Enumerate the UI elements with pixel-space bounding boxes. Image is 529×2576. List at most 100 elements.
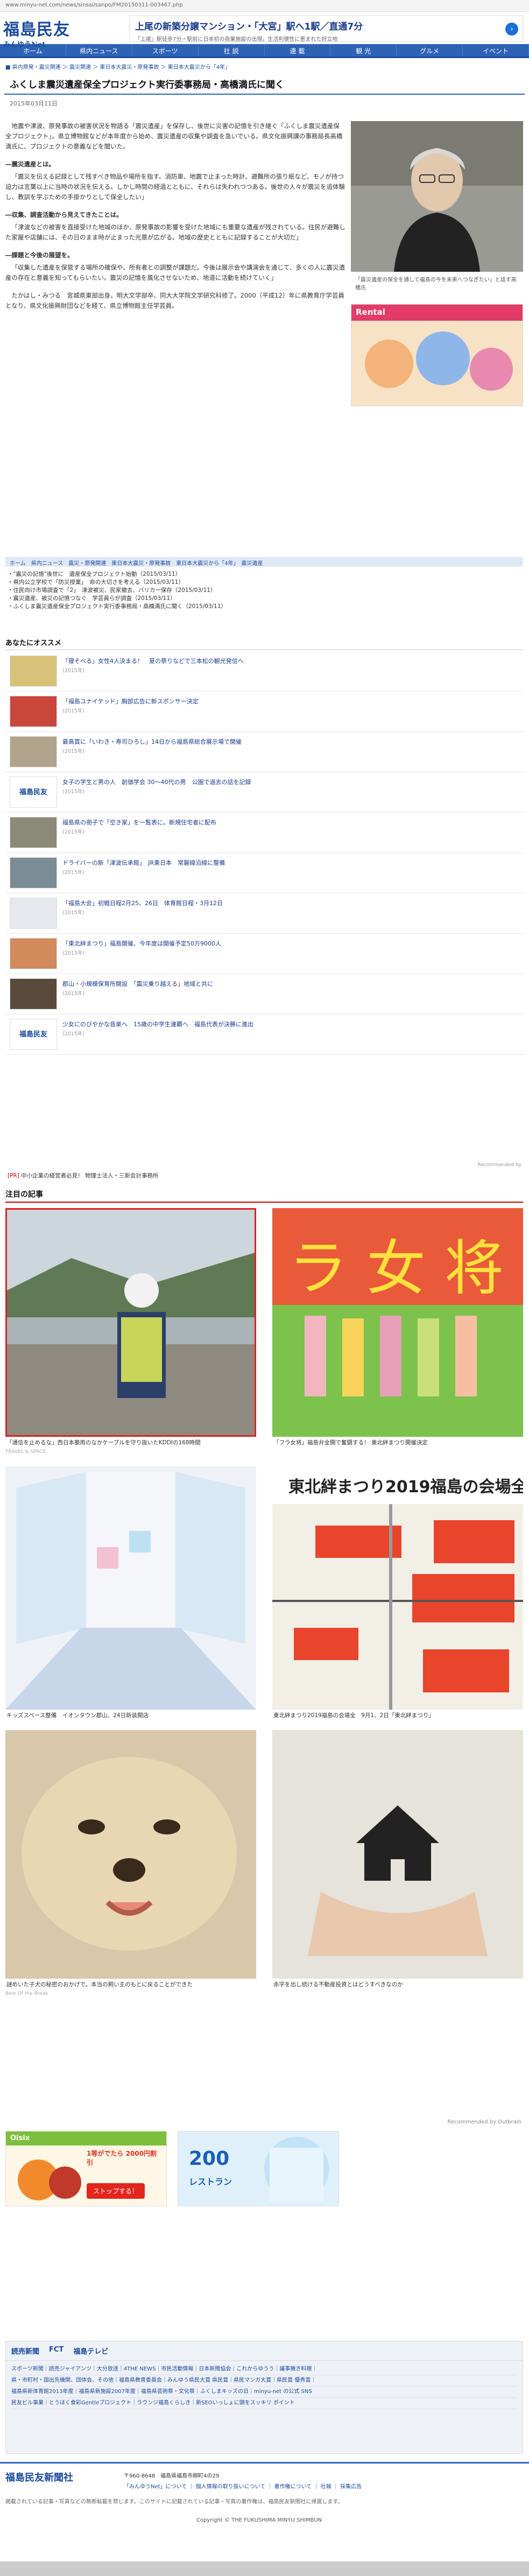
list-item[interactable]: 「寝そべる」女性4人決まる！ 夏の祭りなどで三本松の観光発信へ (2015年) xyxy=(5,651,523,691)
card-image xyxy=(5,1466,256,1710)
tag-bar[interactable]: ホーム 県内ニュース 震災・原発関連 東日本大震災・原発事故 東日本大震災から「… xyxy=(5,557,523,567)
card-caption: 「フラ女将」福島弁全開で奮闘する！ 東北絆まつり開催決定 xyxy=(273,1439,428,1446)
outbrain-credit[interactable]: Recommended by Outbrain xyxy=(447,2119,521,2125)
featured-card[interactable]: 「通信を止めるな」西日本豪雨のなかケーブルを守り抜いたKDDIの168時間 TR… xyxy=(5,1208,256,1455)
article-paragraph: 「収集した遺産を保管する場所の確保や、所有者との調整が課題だ。今後は展示会や講演… xyxy=(5,264,345,281)
featured-card[interactable]: 謎めいた子犬の秘密のおかげで。本当の飼い主のもとに戻ることができた Best O… xyxy=(5,1730,256,1996)
arrow-right-icon[interactable]: › xyxy=(505,23,518,36)
footer-link-row[interactable]: 県・市町村・国出先機関、団体会、その他｜福島県教育委員会｜みんゆう県民大賞 県民… xyxy=(11,2375,517,2387)
ad-label: レストラン xyxy=(189,2177,232,2187)
card-source: Best Of the Break xyxy=(5,1991,48,1996)
item-title: 少女にのびやかな音楽へ 15歳の中学生連覇ヘ 福島代表が決勝に進出 xyxy=(62,1021,253,1028)
site-logo[interactable]: 福島民友 みんゆうNet xyxy=(3,16,70,49)
page: www.minyu-net.com/news/sinsai/sanpo/FM20… xyxy=(0,0,529,2576)
item-title: 「福島大会」初戦日程2月25、26日 体育館日程・3月12日 xyxy=(62,900,223,907)
nav-item-gourmet[interactable]: グルメ xyxy=(397,44,463,57)
list-item[interactable]: 福島民友 女子の学生と男の人 創価学会 30〜40代の男 公園で過去の話を記録 (2… xyxy=(5,772,523,813)
restaurant-ad[interactable]: 200 レストラン xyxy=(178,2131,339,2206)
list-item[interactable]: 最高賞に「いわき・寿司ひろし」14日から福島県総合展示場で開催 (2015年) xyxy=(5,732,523,772)
thumbnail: 福島民友 xyxy=(10,1019,57,1050)
footer-link-row[interactable]: 民友ビル事業｜とうほく食彩Gentleプロジェクト｜ラウンジ福島くらしき｜新SE… xyxy=(11,2398,517,2409)
related-link[interactable]: ・ふくしま震災遺産保全プロジェクト実行委事務局・高橋満氏に聞く（2015/03/… xyxy=(8,603,519,611)
featured-heading: 注目の記事 xyxy=(5,1189,523,1203)
list-item[interactable]: ドライバーの新「津波伝承館」 JR東日本 常磐線沿線に整備 (2015年) xyxy=(5,853,523,893)
item-date: (2015年) xyxy=(62,1031,85,1037)
card-image xyxy=(5,1730,256,1979)
item-title: 郡山・小規模保育所開設 「震災乗り越える」地域と共に xyxy=(62,980,214,987)
svg-text:東北絆まつり2019福島の会場全: 東北絆まつり2019福島の会場全 xyxy=(288,1478,523,1497)
footer-address: 〒960-8648 福島県福島市柳町4の29 xyxy=(124,2473,220,2479)
nav-item-news[interactable]: 県内ニュース xyxy=(66,44,132,57)
featured-card[interactable]: キッズスペース整備 イオンタウン郡山、24日新装開店 xyxy=(5,1466,256,1722)
logo-sub: みんゆうNet xyxy=(3,41,46,49)
footer-links[interactable]: 「みんゆうNet」について ｜ 個人情報の取り扱いについて ｜ 著作権について … xyxy=(124,2482,362,2490)
featured-card[interactable]: 東北絆まつり2019福島の会場全 東北絆まつり2019福島の会場全 9月1、2日… xyxy=(272,1466,523,1722)
list-item[interactable]: 福島県の冊子で「空き家」を一覧表に。新規住宅者に配布 (2015年) xyxy=(5,813,523,853)
item-title: ドライバーの新「津波伝承館」 JR東日本 常磐線沿線に整備 xyxy=(62,859,225,866)
side-ad-label: Rental xyxy=(356,307,385,317)
oisix-ad[interactable]: Oisix 1等がでたら 2000円割引 ストップする！ xyxy=(5,2131,167,2206)
nav-item-tourism[interactable]: 観 光 xyxy=(330,44,397,57)
item-date: (2015年) xyxy=(62,749,85,754)
thumbnail: 福島民友 xyxy=(10,777,57,808)
item-title: 「福島ユナイテッド」胸部広告に新スポンサー決定 xyxy=(62,698,199,705)
nav-item-sports[interactable]: スポーツ xyxy=(132,44,199,57)
related-link[interactable]: ・県内公立学校で「防災授業」 命の大切さを考える（2015/03/11） xyxy=(8,578,519,587)
author-profile: たかはし・みつる 宮城県東部出身。明大文学部卒、同大大学院文学研究科修了。200… xyxy=(5,292,344,309)
breadcrumb[interactable]: ■ 県内原発・震災関連 ＞ 震災関連 ＞ 東日本大震災・原発事故 ＞ 東日本大震… xyxy=(0,58,529,75)
thumbnail xyxy=(10,938,57,969)
partner-logo[interactable]: FCT xyxy=(49,2346,64,2356)
article-title: ふくしま震災遺産保全プロジェクト実行委事務局・高橋満氏に聞く xyxy=(4,75,525,95)
thumbnail xyxy=(10,817,57,848)
partner-logos: 読売新聞 FCT 福島テレビ xyxy=(6,2341,523,2361)
featured-card[interactable]: ラ 女 将 「フラ女将」福島弁全開で奮闘する！ 東北絆まつり開催決定 xyxy=(272,1208,523,1449)
footer-link-row[interactable]: スポーツ新聞｜読売ジャイアンツ｜大分放送｜4THE NEWS｜市民活動情報｜日本… xyxy=(11,2364,517,2375)
footer-link-row[interactable]: 福島県新体育館2013年度｜福島県新施設2007年度｜福島県芸術祭・文化祭｜ふく… xyxy=(11,2387,517,2398)
list-item[interactable]: 福島民友 少女にのびやかな音楽へ 15歳の中学生連覇ヘ 福島代表が決勝に進出 (20… xyxy=(5,1014,523,1055)
list-item[interactable]: 「福島ユナイテッド」胸部広告に新スポンサー決定 (2015年) xyxy=(5,691,523,732)
address-bar[interactable]: www.minyu-net.com/news/sinsai/sanpo/FM20… xyxy=(0,0,529,12)
article-subhead: ―課題と今後の展望を。 xyxy=(5,251,74,259)
related-link[interactable]: ・住民向け市場調査で「2」 津波被災、民家撤去、バリカー保存（2015/03/1… xyxy=(8,587,519,595)
ad-price: 1等がでたら 2000円割引 xyxy=(87,2150,157,2166)
article-paragraph: 地震や津波、原発事故の被害状況を物語る「震災遺産」を保存し、後世に災害の記憶を引… xyxy=(5,122,343,150)
card-caption: 東北絆まつり2019福島の会場全 9月1、2日「東北絆まつり」 xyxy=(273,1712,434,1719)
article-subhead: ―震災遺産とは。 xyxy=(5,160,55,168)
nav-item-editorial[interactable]: 社 説 xyxy=(199,44,265,57)
card-source: TRAVEL & SPACE xyxy=(5,1449,46,1455)
list-item[interactable]: 「福島大会」初戦日程2月25、26日 体育館日程・3月12日 (2015年) xyxy=(5,893,523,934)
card-image: 東北絆まつり2019福島の会場全 xyxy=(272,1466,523,1710)
list-item[interactable]: 郡山・小規模保育所開設 「震災乗り越える」地域と共に (2015年) xyxy=(5,974,523,1014)
card-caption: キッズスペース整備 イオンタウン郡山、24日新装開店 xyxy=(6,1712,149,1719)
nav-item-series[interactable]: 連 載 xyxy=(265,44,331,57)
top-ad-title: 上尾の新築分譲マンション・「大宮」駅へ1駅／直通7分 xyxy=(135,22,363,32)
related-link[interactable]: ・"震災の記憶"後世に 遺産保全プロジェクト始動（2015/03/11） xyxy=(8,570,519,578)
thumbnail xyxy=(10,978,57,1010)
top-banner-ad[interactable]: 上尾の新築分譲マンション・「大宮」駅へ1駅／直通7分 「上尾」駅徒歩7分・駅前に… xyxy=(129,15,523,43)
pr-badge: [PR] xyxy=(8,1173,19,1179)
partner-logo[interactable]: 読売新聞 xyxy=(11,2346,39,2356)
site-header: 福島民友 みんゆうNet 上尾の新築分譲マンション・「大宮」駅へ1駅／直通7分 … xyxy=(0,12,529,49)
list-item[interactable]: 「東北絆まつり」福島開催、今年度は開催予定50万9000人 (2015年) xyxy=(5,934,523,974)
site-footer: 福島民友新聞社 〒960-8648 福島県福島市柳町4の29 「みんゆうNet」… xyxy=(0,2462,529,2523)
item-date: (2015年) xyxy=(62,829,85,835)
bottom-bar xyxy=(0,2561,529,2576)
related-articles: ・"震災の記憶"後世に 遺産保全プロジェクト始動（2015/03/11） ・県内… xyxy=(8,570,519,611)
ad-brand: Oisix xyxy=(10,2134,30,2142)
nav-item-events[interactable]: イベント xyxy=(463,44,529,57)
featured-card[interactable]: 赤字を出し続ける不動産投資とはどうすべきなのか xyxy=(272,1730,523,1991)
article-sidebar: 「震災遺産の保全を通して福島の今を未来へつなぎたい」と話す高橋氏 Rental xyxy=(351,121,523,406)
article-date: 2015年03月11日 xyxy=(10,100,58,107)
item-date: (2015年) xyxy=(62,708,85,714)
interviewee-photo[interactable] xyxy=(351,121,523,272)
footer-logo[interactable]: 福島民友新聞社 xyxy=(5,2470,73,2484)
item-date: (2015年) xyxy=(62,991,85,997)
pr-link[interactable]: [PR] 中小企業の経営者必見！ 物理士法人・三新会計事務所 xyxy=(8,1171,159,1180)
side-ad[interactable]: Rental xyxy=(351,304,523,406)
footer-links-panel: 読売新聞 FCT 福島テレビ スポーツ新聞｜読売ジャイアンツ｜大分放送｜4THE… xyxy=(5,2341,523,2454)
related-link[interactable]: ・震災遺産、被災の記憶つなぐ 学芸員らが調査（2015/03/11） xyxy=(8,595,519,603)
main-nav: ホーム 県内ニュース スポーツ 社 説 連 載 観 光 グルメ イベント xyxy=(0,44,529,58)
ad-cta-button[interactable]: ストップする！ xyxy=(87,2183,145,2199)
partner-logo[interactable]: 福島テレビ xyxy=(73,2346,108,2356)
thumbnail xyxy=(10,696,57,727)
